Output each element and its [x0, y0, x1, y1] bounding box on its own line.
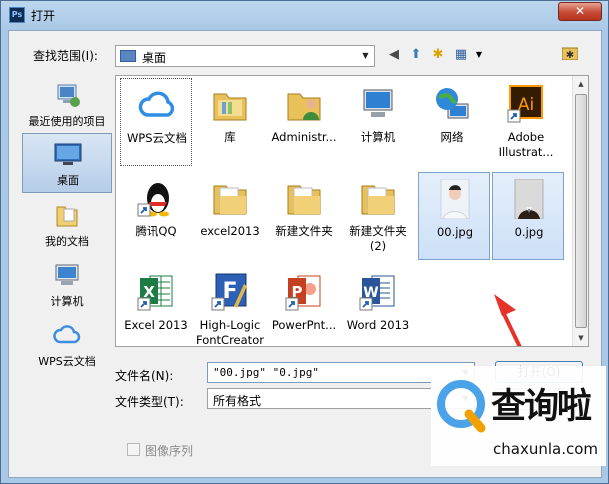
place-label: 计算机	[50, 295, 84, 308]
network-globe-icon	[436, 88, 469, 119]
look-in-value: 桌面	[142, 51, 167, 65]
scroll-thumb[interactable]	[575, 94, 587, 328]
filename-label: 文件名(N):	[115, 369, 174, 383]
file-item-fontcreator[interactable]: F High-Logic FontCreator	[194, 266, 266, 347]
place-wps-cloud[interactable]: WPS云文档	[22, 315, 112, 375]
fontcreator-icon: F	[211, 273, 247, 311]
photo-thumbnail-icon	[514, 179, 544, 219]
word-icon: W	[359, 275, 395, 311]
place-desktop[interactable]: 桌面	[22, 133, 112, 193]
file-item-00-jpg[interactable]: 00.jpg	[418, 172, 490, 260]
watermark-text: 查询啦	[491, 387, 592, 427]
watermark-url: chaxunla.com	[493, 440, 598, 458]
file-label: 0.jpg	[514, 225, 544, 239]
folder-options-icon[interactable]: ✱	[561, 46, 579, 64]
file-item-library[interactable]: 库	[194, 78, 266, 166]
up-folder-icon[interactable]: ⬆	[407, 46, 425, 64]
wps-cloud-icon	[138, 91, 175, 117]
close-button[interactable]: ✕	[558, 2, 602, 21]
file-label: 新建文件夹	[275, 224, 333, 238]
place-label: 最近使用的项目	[28, 115, 106, 128]
file-label: PowerPnt...	[271, 318, 337, 332]
file-item-qq[interactable]: 腾讯QQ	[120, 172, 192, 260]
user-folder-icon	[287, 93, 321, 121]
excel-icon: X	[137, 275, 173, 311]
places-bar: 最近使用的项目 桌面 我的文档 计算机 WPS云文档	[22, 75, 112, 401]
filetype-value: 所有格式	[213, 394, 262, 408]
computer-icon	[55, 264, 79, 285]
file-item-administrator[interactable]: Administr...	[268, 78, 340, 166]
red-arrow-annotation	[494, 294, 522, 346]
file-label: 网络	[440, 130, 464, 144]
file-item-powerpoint[interactable]: P PowerPnt...	[268, 266, 340, 346]
place-label: WPS云文档	[38, 355, 96, 368]
folder-icon	[287, 185, 321, 215]
file-item-computer[interactable]: 计算机	[342, 78, 414, 166]
powerpoint-icon: P	[285, 275, 321, 311]
folder-icon	[213, 185, 247, 215]
place-label: 我的文档	[45, 235, 89, 248]
chaxunla-watermark: 查询啦 chaxunla.com	[431, 366, 606, 466]
illustrator-icon: Ai	[507, 85, 543, 123]
look-in-select[interactable]: 桌面 ▼	[115, 45, 375, 67]
file-item-wps-cloud[interactable]: WPS云文档	[120, 78, 192, 166]
view-menu-icon[interactable]: ▦	[452, 46, 470, 64]
photoshop-app-icon: Ps	[9, 7, 25, 23]
place-label: 桌面	[57, 174, 79, 187]
svg-text:✱: ✱	[566, 50, 574, 60]
new-folder-icon[interactable]: ✱	[429, 46, 447, 64]
photo-thumbnail-icon	[440, 179, 470, 219]
computer-icon	[363, 89, 393, 117]
folder-icon	[361, 185, 395, 215]
desktop-icon	[54, 143, 82, 165]
chevron-down-icon[interactable]: ▼	[357, 46, 374, 66]
vertical-scrollbar[interactable]: ▲ ▼	[572, 76, 588, 346]
file-label: Adobe Illustrat...	[498, 130, 554, 159]
look-in-label: 查找范围(I):	[33, 49, 98, 63]
title-bar[interactable]: Ps 打开 ✕	[1, 1, 608, 29]
qq-penguin-icon	[137, 183, 169, 217]
file-label: Administr...	[271, 130, 337, 144]
file-label: 新建文件夹 (2)	[349, 224, 407, 253]
file-item-new-folder[interactable]: 新建文件夹	[268, 172, 340, 260]
filename-value: "00.jpg" "0.jpg"	[213, 366, 319, 379]
file-label: 库	[224, 130, 236, 144]
file-item-new-folder-2[interactable]: 新建文件夹 (2)	[342, 172, 414, 260]
file-label: 00.jpg	[436, 225, 474, 239]
file-label: excel2013	[200, 224, 260, 238]
file-item-illustrator[interactable]: Ai Adobe Illustrat...	[490, 78, 562, 166]
image-sequence-checkbox[interactable]	[127, 443, 140, 456]
file-label: WPS云文档	[126, 131, 188, 145]
place-documents[interactable]: 我的文档	[22, 195, 112, 255]
scroll-up-icon[interactable]: ▲	[573, 76, 589, 92]
file-label: 腾讯QQ	[135, 224, 177, 238]
file-list[interactable]: WPS云文档 库 Administr... 计算机 网络 Ai Adobe Il…	[115, 75, 589, 347]
file-label: High-Logic FontCreator	[196, 318, 264, 347]
file-label: Excel 2013	[124, 318, 188, 332]
file-label: Word 2013	[346, 318, 410, 332]
file-item-0-jpg[interactable]: 0.jpg	[492, 172, 564, 260]
file-label: 计算机	[360, 130, 396, 144]
scroll-down-icon[interactable]: ▼	[573, 330, 589, 346]
image-sequence-label: 图像序列	[145, 444, 194, 458]
file-item-excel-2013[interactable]: X Excel 2013	[120, 266, 192, 346]
back-icon[interactable]: ◀	[385, 46, 403, 64]
file-item-excel2013-folder[interactable]: excel2013	[194, 172, 266, 260]
documents-folder-icon	[56, 206, 78, 227]
open-dialog: Ps 打开 ✕ 查找范围(I): 桌面 ▼ ◀ ⬆ ✱ ▦ ▼ ✱ 最近使用的项…	[0, 0, 609, 484]
view-dropdown-icon[interactable]: ▼	[470, 46, 488, 64]
recent-items-icon	[57, 84, 80, 107]
desktop-icon	[120, 50, 136, 62]
place-recent[interactable]: 最近使用的项目	[22, 75, 112, 135]
svg-text:F: F	[222, 279, 237, 304]
file-item-word-2013[interactable]: W Word 2013	[342, 266, 414, 346]
library-icon	[213, 93, 247, 121]
wps-cloud-icon	[53, 325, 81, 344]
file-item-network[interactable]: 网络	[416, 78, 488, 166]
place-computer[interactable]: 计算机	[22, 255, 112, 315]
window-title: 打开	[31, 9, 56, 23]
filetype-label: 文件类型(T):	[115, 395, 184, 409]
